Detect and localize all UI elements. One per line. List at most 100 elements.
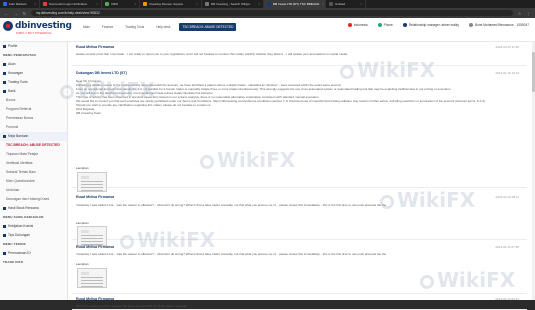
close-icon[interactable]: × — [193, 2, 198, 6]
url-input[interactable]: my.dbinvesting.com/ic/help-desk/view?835… — [31, 10, 513, 16]
address-bar: ← → ↻ my.dbinvesting.com/ic/help-desk/vi… — [0, 8, 535, 18]
tab-favicon-icon — [3, 2, 7, 6]
nav-item[interactable]: Finance — [99, 23, 116, 31]
sidebar-item-label: Sekarat Teman Baru — [6, 170, 36, 174]
sidebar-item[interactable]: Tinjauan Mata Pelajar — [0, 150, 67, 159]
tab-favicon-icon — [267, 2, 271, 6]
sidebar-item[interactable]: Kebijakan Komisi — [0, 222, 67, 231]
browser-tab[interactable]: Investing Review, Scpace × — [140, 0, 202, 8]
close-icon[interactable]: × — [93, 2, 98, 6]
thumb-header — [81, 176, 89, 179]
sidebar-item[interactable]: Hasil Stock Rencana — [0, 204, 67, 213]
sidebar-item[interactable]: Trading Tools — [0, 78, 67, 87]
header-right: Indonesia Phone Relationship manager: abee… — [347, 23, 529, 27]
message-author[interactable]: Ruud Melisa Firmansa — [76, 45, 114, 49]
menu-icon[interactable]: ⋮ — [526, 11, 531, 16]
sidebar-item-label: Tips Dukungan — [8, 233, 31, 237]
sidebar-item[interactable]: Unduhan — [0, 186, 67, 195]
sidebar-item[interactable]: TSC BREACH: ABUSE DETECTED — [0, 141, 67, 150]
thumb-line — [81, 235, 103, 236]
nav-item[interactable]: TSC BREACH: ABUSE DETECTED — [179, 23, 237, 31]
attachment-thumbnail[interactable] — [77, 268, 107, 288]
watermark: WikiFX — [60, 78, 155, 102]
sidebar-item-label: Profile — [8, 44, 18, 48]
sidebar-item[interactable]: Promosi — [0, 123, 67, 132]
back-icon[interactable]: ← — [4, 11, 9, 16]
forward-icon[interactable]: → — [13, 11, 18, 16]
sidebar-item-label: Pemrosesan ID — [8, 251, 31, 255]
logo-mark-icon — [3, 21, 13, 31]
watermark-text: WikiFX — [357, 58, 436, 82]
close-icon[interactable]: × — [319, 2, 324, 6]
sidebar-item-label: Program Referral — [6, 107, 32, 111]
browser-tab[interactable]: Successful Login Notification × — [40, 0, 102, 8]
site-header: dbinvesting SIMPLY BUT POWERFUL Main Fina… — [0, 18, 535, 42]
close-icon[interactable]: × — [255, 2, 260, 6]
nav-item[interactable]: Main — [80, 23, 93, 31]
message-date: 2023-04-10 11:58 — [495, 45, 519, 49]
sidebar-item[interactable]: Akun — [0, 60, 67, 69]
message-author[interactable]: Ruud Melisa Firmansa — [76, 297, 114, 301]
tab-favicon-icon — [43, 2, 47, 6]
header-right-item[interactable]: Relationship manager: abeer malky — [402, 23, 459, 27]
reload-icon[interactable]: ↻ — [22, 11, 27, 16]
attachment-thumbnail[interactable] — [77, 172, 107, 192]
menu-item-icon — [3, 44, 6, 48]
watermark-text: WikiFX — [77, 78, 156, 102]
sidebar-item-label: Keuangan — [8, 71, 24, 75]
browser-tab[interactable]: Untitled × — [326, 0, 366, 8]
browser-tab[interactable]: DB Invest LTD (DT) TSC BREACH × — [264, 0, 326, 8]
message-text: please provide proof that I can trade...… — [76, 52, 348, 56]
logo-text: dbinvesting — [15, 21, 72, 31]
logo[interactable]: dbinvesting SIMPLY BUT POWERFUL — [3, 21, 72, 35]
watermark: WikiFX — [200, 148, 295, 172]
sidebar-item[interactable]: Tips Dukungan — [0, 231, 67, 240]
sidebar-section-heading: TRADE INFO — [0, 258, 67, 267]
sidebar-item[interactable]: Bank — [0, 87, 67, 96]
close-icon[interactable]: × — [131, 2, 136, 6]
menu-item-icon — [3, 62, 6, 66]
sidebar-item[interactable]: Permintaan Bonus — [0, 114, 67, 123]
sidebar-item[interactable]: Sekarat Teman Baru — [0, 168, 67, 177]
sidebar-item[interactable]: Program Referral — [0, 105, 67, 114]
header-right-item[interactable]: Indonesia — [347, 23, 368, 27]
sidebar-item[interactable]: Pemrosesan ID — [0, 249, 67, 258]
thumb-line — [81, 280, 103, 281]
sidebar-item[interactable]: Meja Bantuan — [0, 132, 67, 141]
watermark-logo-icon — [120, 234, 134, 249]
close-icon[interactable]: × — [357, 2, 362, 6]
sidebar-section-heading: MENU SAMA KEBIJAKAN — [0, 213, 67, 222]
sidebar-item[interactable]: Profile — [0, 42, 67, 51]
browser-tab[interactable]: DB Investing - Search Wikipe × — [202, 0, 264, 8]
browser-tab-label: Successful Login Notification — [49, 2, 88, 6]
message-author[interactable]: Ruud Melisa Firmansa — [76, 195, 114, 199]
sidebar: Profile MENU PENDAPATAN Akun Keuangan Tradin… — [0, 42, 68, 300]
message-author[interactable]: Ruud Melisa Firmansa — [76, 245, 114, 249]
nav-item[interactable]: Help desk — [153, 23, 173, 31]
sidebar-item[interactable]: Verifikasi Identitas — [0, 159, 67, 168]
sidebar-section-heading: MENU PENDAPATAN — [0, 51, 67, 60]
browser-tab[interactable]: Fefo Markets × — [0, 0, 40, 8]
sidebar-item-label: Permintaan Bonus — [6, 116, 34, 120]
browser-tab-label: DB Invest LTD (DT) TSC BREACH — [273, 2, 320, 6]
sidebar-item-label: Tinjauan Mata Pelajar — [6, 152, 38, 156]
close-icon[interactable]: × — [31, 2, 36, 6]
header-right-item[interactable]: Bone Mohamed Bennaceur - 1050047 — [468, 23, 529, 27]
sidebar-item[interactable]: Klien Questionnaire — [0, 177, 67, 186]
menu-item-icon — [3, 206, 6, 210]
star-icon[interactable]: ☆ — [517, 11, 522, 16]
message-date: 2023-04-10 08:11 — [495, 195, 519, 199]
nav-item[interactable]: Trading Tools — [122, 23, 147, 31]
watermark-text: WikiFX — [137, 228, 216, 252]
status-dot-icon — [347, 23, 352, 27]
browser-tab[interactable]: CRM × — [102, 0, 140, 8]
sidebar-item[interactable]: Keuangan — [0, 69, 67, 78]
sidebar-item[interactable]: Bonus — [0, 96, 67, 105]
menu-item-icon — [3, 89, 6, 93]
watermark-logo-icon — [420, 274, 434, 289]
header-right-item[interactable]: Phone — [377, 23, 393, 27]
sidebar-item[interactable]: Dukungan dan Hubungi Kami — [0, 195, 67, 204]
thumb-line — [81, 187, 103, 188]
sidebar-item-label: Akun — [8, 62, 16, 66]
message-author[interactable]: Dukungan DB Invest LTD (ST) — [76, 71, 127, 75]
